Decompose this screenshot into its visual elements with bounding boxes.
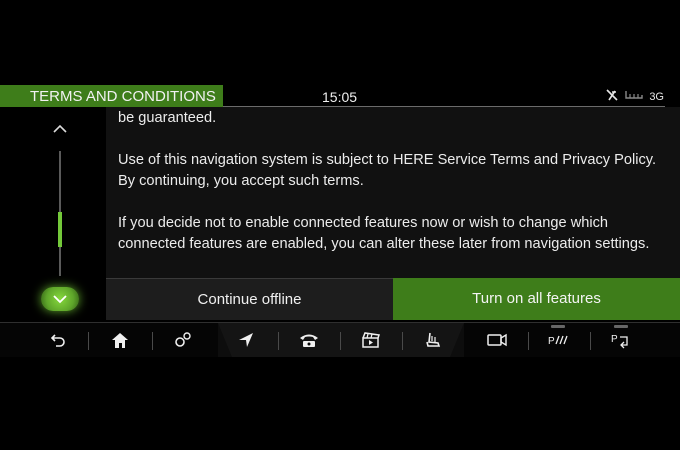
action-buttons: Continue offline Turn on all features <box>106 278 680 320</box>
camera-button[interactable] <box>482 323 512 357</box>
seat-button[interactable] <box>418 323 448 357</box>
turn-on-all-features-button[interactable]: Turn on all features <box>393 278 680 320</box>
phone-button[interactable] <box>294 323 324 357</box>
settings-icon <box>175 332 191 347</box>
seat-icon <box>426 332 441 347</box>
park-assist-icon: P <box>548 335 568 347</box>
chevron-down-icon <box>53 295 67 304</box>
back-icon <box>50 334 65 347</box>
svg-text:P: P <box>611 334 618 345</box>
status-bar: TERMS AND CONDITIONS 15:05 3G <box>0 85 680 107</box>
camera-icon <box>487 333 507 347</box>
clock: 15:05 <box>322 89 358 105</box>
chevron-up-icon <box>53 124 67 133</box>
page-title: TERMS AND CONDITIONS <box>0 85 223 107</box>
phone-icon <box>300 334 318 347</box>
no-signal-icon <box>605 88 619 107</box>
continue-offline-button[interactable]: Continue offline <box>106 278 393 320</box>
park-assist-button[interactable]: P <box>544 323 574 357</box>
park-exit-icon: P <box>611 334 628 349</box>
home-icon <box>112 333 128 348</box>
divider <box>402 332 403 350</box>
terms-paragraph: If you decide not to enable connected fe… <box>118 215 650 252</box>
status-icons: 3G <box>605 88 664 106</box>
terms-paragraph: be guaranteed. <box>118 110 217 126</box>
seat-heat-icon <box>624 88 644 106</box>
terms-text: be guaranteed. Use of this navigation sy… <box>118 108 658 255</box>
divider <box>528 332 529 350</box>
settings-button[interactable] <box>168 323 198 357</box>
divider <box>340 332 341 350</box>
infotainment-screen: TERMS AND CONDITIONS 15:05 3G be guarant… <box>0 85 680 357</box>
divider <box>590 332 591 350</box>
home-button[interactable] <box>106 323 134 357</box>
park-exit-button[interactable]: P <box>606 323 636 357</box>
scroll-down-button[interactable] <box>41 287 79 311</box>
navigation-icon <box>239 333 253 347</box>
media-button[interactable] <box>356 323 386 357</box>
back-button[interactable] <box>44 323 72 357</box>
svg-text:P: P <box>548 336 555 347</box>
navigation-button[interactable] <box>232 323 260 357</box>
scroll-up-button[interactable] <box>52 121 68 137</box>
bottom-bar: P P <box>0 323 680 357</box>
divider <box>88 332 89 350</box>
scroll-thumb[interactable] <box>58 212 62 247</box>
divider <box>152 332 153 350</box>
terms-paragraph: Use of this navigation system is subject… <box>118 152 657 189</box>
media-icon <box>362 332 380 348</box>
divider <box>278 332 279 350</box>
network-type: 3G <box>649 91 664 103</box>
